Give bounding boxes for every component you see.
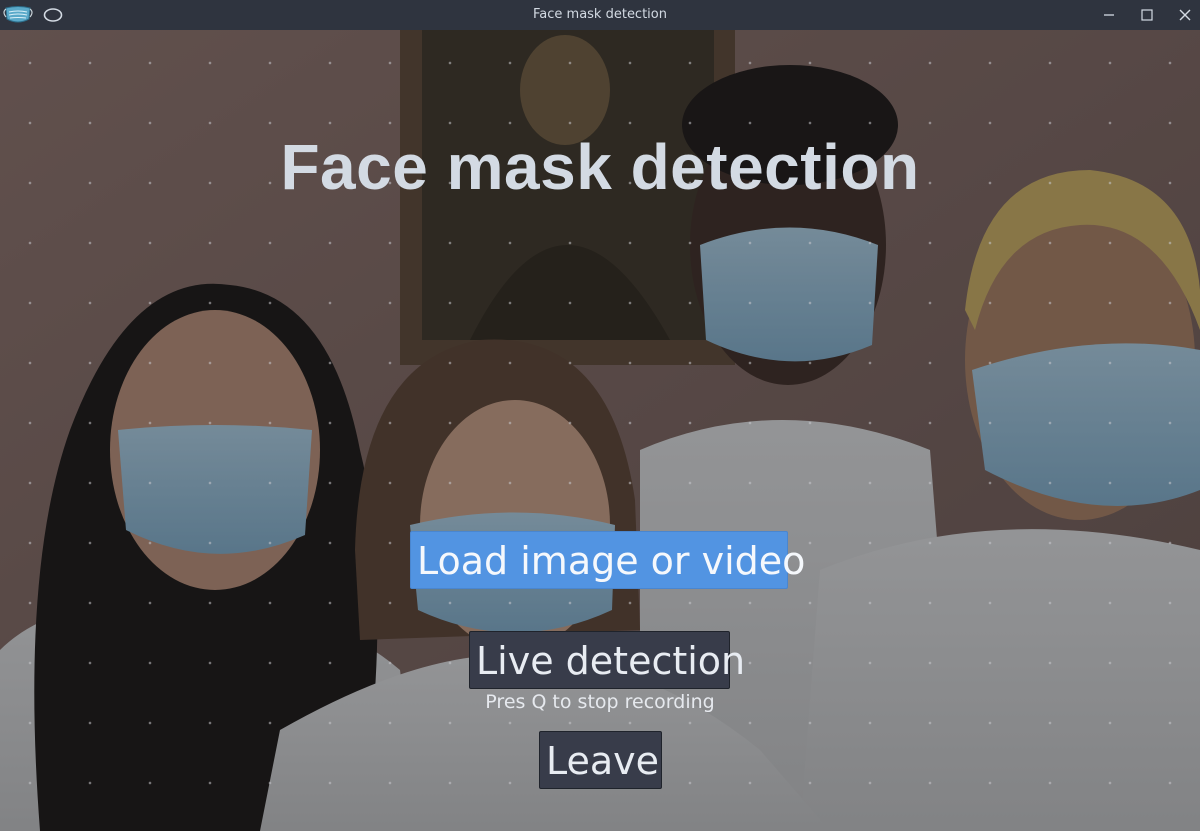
page-title: Face mask detection xyxy=(280,131,920,203)
title-bar: Face mask detection xyxy=(0,0,1200,30)
live-detection-button[interactable]: Live detection xyxy=(469,631,745,689)
app-window: Face mask detection Face mask detection … xyxy=(0,0,1200,831)
minimize-icon[interactable] xyxy=(1099,5,1119,25)
window-title: Face mask detection xyxy=(533,7,667,22)
leave-button[interactable]: Leave xyxy=(539,731,662,789)
main-content: Face mask detection Load image or video … xyxy=(0,30,1200,831)
maximize-icon[interactable] xyxy=(1137,5,1157,25)
load-image-or-video-button[interactable]: Load image or video xyxy=(410,531,805,589)
close-icon[interactable] xyxy=(1175,5,1195,25)
stop-recording-hint: Pres Q to stop recording xyxy=(485,691,715,713)
